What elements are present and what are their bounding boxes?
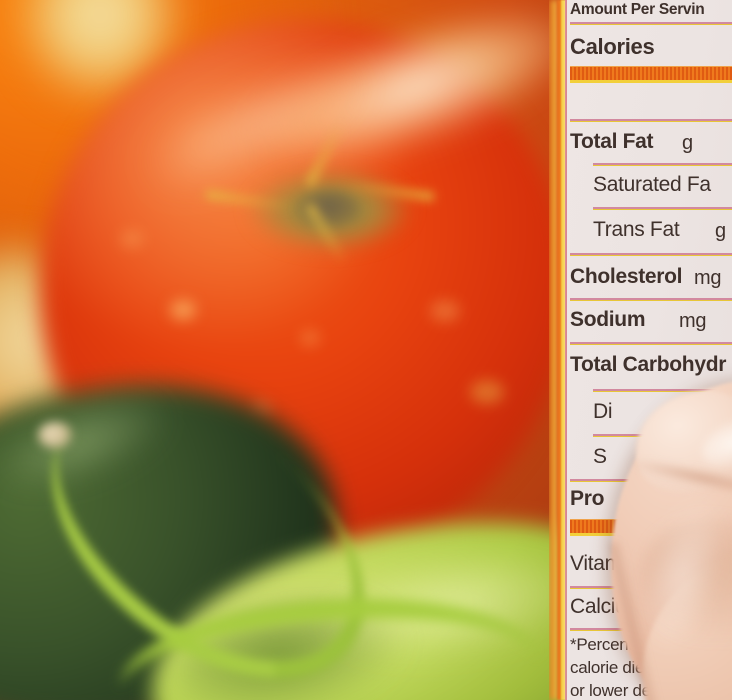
protein-text: Pro	[570, 487, 605, 510]
screenshot-root: Amount Per Servin Calories Total Fat g S…	[0, 0, 732, 700]
amount-per-serving-text: Amount Per Servin	[570, 1, 705, 18]
dietary-fiber-text: Di	[593, 400, 613, 423]
total-fat-unit: g	[682, 132, 693, 154]
rule	[570, 22, 732, 26]
cholesterol-unit: mg	[694, 267, 722, 289]
cholesterol-text: Cholesterol	[570, 265, 683, 288]
rule	[593, 163, 732, 167]
rule	[570, 253, 732, 257]
rule	[570, 342, 732, 346]
tomato-speck	[470, 380, 504, 404]
sugars-text: S	[593, 445, 607, 468]
tomato-speck	[300, 330, 320, 346]
tomato-speck	[120, 230, 144, 248]
rule	[570, 119, 732, 123]
trans-fat-text: Trans Fat	[593, 218, 680, 241]
total-fat-text: Total Fat	[570, 130, 654, 153]
tomato-speck	[170, 300, 196, 320]
total-carbohydrate-text: Total Carbohydr	[570, 353, 727, 376]
vegetables-photo	[0, 0, 575, 700]
calories-text: Calories	[570, 34, 655, 59]
rule	[570, 298, 732, 302]
sodium-text: Sodium	[570, 308, 646, 331]
calories-separator-bar	[570, 66, 732, 83]
trans-fat-unit: g	[715, 220, 726, 242]
saturated-fat-text: Saturated Fa	[593, 173, 711, 196]
rule	[593, 207, 732, 211]
pepper-stem-tip	[38, 422, 72, 448]
tomato-speck	[430, 300, 460, 322]
sodium-unit: mg	[679, 310, 707, 332]
